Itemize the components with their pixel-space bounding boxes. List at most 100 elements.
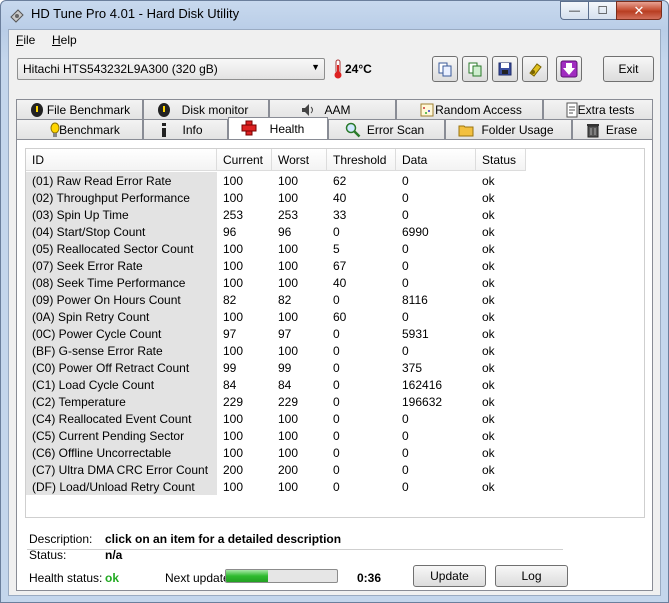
cell-current: 96 (223, 225, 237, 239)
copy-info-icon (438, 62, 452, 77)
column-header-status[interactable]: Status (476, 149, 526, 171)
cell-threshold: 60 (333, 310, 347, 324)
cell-status: ok (482, 344, 495, 358)
download-icon (560, 60, 578, 78)
table-row[interactable]: (C5) Current Pending Sector 100 100 0 0 ok (26, 427, 644, 444)
cell-worst: 100 (278, 344, 299, 358)
tab-folder-usage[interactable]: Folder Usage (445, 119, 572, 139)
save-button[interactable] (492, 56, 518, 82)
table-row[interactable]: (04) Start/Stop Count 96 96 0 6990 ok (26, 223, 644, 240)
table-row[interactable]: (C2) Temperature 229 229 0 196632 ok (26, 393, 644, 410)
column-header-current[interactable]: Current (217, 149, 272, 171)
cell-status: ok (482, 293, 495, 307)
download-button[interactable] (556, 56, 582, 82)
table-row[interactable]: (C4) Reallocated Event Count 100 100 0 0 ok (26, 410, 644, 427)
column-header-data[interactable]: Data (396, 149, 476, 171)
table-row[interactable]: (C6) Offline Uncorrectable 100 100 0 0 ok (26, 444, 644, 461)
table-row[interactable]: (C1) Load Cycle Count 84 84 0 162416 ok (26, 376, 644, 393)
info-icon (162, 123, 166, 137)
table-row[interactable]: (01) Raw Read Error Rate 100 100 62 0 ok (26, 172, 644, 189)
cell-threshold: 0 (333, 378, 340, 392)
table-row[interactable]: (DF) Load/Unload Retry Count 100 100 0 0 ok (26, 478, 644, 495)
copy-screenshot-button[interactable] (462, 56, 488, 82)
column-header-id[interactable]: ID (26, 149, 217, 171)
copy-info-button[interactable] (432, 56, 458, 82)
tab-label: AAM (324, 102, 351, 117)
cell-threshold: 0 (333, 446, 340, 460)
cell-id: (DF) Load/Unload Retry Count (26, 478, 217, 495)
tab-health[interactable]: Health (228, 117, 328, 139)
cell-id: (C4) Reallocated Event Count (26, 410, 217, 427)
menu-help-label: Help (52, 33, 77, 47)
table-header: ID Current Worst Threshold Data Status (26, 149, 644, 171)
maximize-button[interactable]: ☐ (588, 1, 616, 20)
description-value: click on an item for a detailed descript… (105, 532, 342, 546)
extra-tests-icon (566, 102, 578, 118)
cell-id: (BF) G-sense Error Rate (26, 342, 217, 359)
cell-current: 97 (223, 327, 237, 341)
drive-select[interactable]: Hitachi HTS543232L9A300 (320 gB) ▼ (17, 58, 325, 80)
options-button[interactable] (522, 56, 548, 82)
cell-status: ok (482, 259, 495, 273)
smart-table[interactable]: ID Current Worst Threshold Data Status (… (25, 148, 645, 518)
tab-info[interactable]: Info (143, 119, 228, 139)
table-row[interactable]: (05) Reallocated Sector Count 100 100 5 0 ok (26, 240, 644, 257)
exit-button[interactable]: Exit (603, 56, 654, 82)
cell-status: ok (482, 174, 495, 188)
cell-status: ok (482, 276, 495, 290)
table-row[interactable]: (02) Throughput Performance 100 100 40 0 ok (26, 189, 644, 206)
tab-error-scan[interactable]: Error Scan (328, 119, 445, 139)
save-icon (498, 62, 512, 76)
minimize-button[interactable]: — (560, 1, 588, 20)
cell-status: ok (482, 480, 495, 494)
hd-tune-app-icon (10, 9, 24, 23)
tab-extra-tests[interactable]: Extra tests (543, 99, 653, 119)
close-button[interactable]: ✕ (616, 1, 662, 20)
table-row[interactable]: (08) Seek Time Performance 100 100 40 0 ok (26, 274, 644, 291)
app-window: HD Tune Pro 4.01 - Hard Disk Utility — ☐… (0, 0, 669, 603)
cell-current: 253 (223, 208, 244, 222)
cell-threshold: 40 (333, 191, 347, 205)
tab-file-benchmark[interactable]: File Benchmark (16, 99, 143, 119)
table-row[interactable]: (BF) G-sense Error Rate 100 100 0 0 ok (26, 342, 644, 359)
cell-data: 0 (402, 174, 409, 188)
tab-random-access[interactable]: Random Access (396, 99, 543, 119)
cell-current: 100 (223, 191, 244, 205)
cell-worst: 99 (278, 361, 292, 375)
health-status-value: ok (105, 571, 120, 585)
tab-row-top: File Benchmark Disk monitor AAM Random A… (16, 99, 653, 119)
cell-worst: 100 (278, 242, 299, 256)
menu-file[interactable]: File (16, 33, 35, 47)
health-status-label: Health status: (29, 571, 103, 585)
menu-help[interactable]: Help (52, 33, 77, 47)
tab-disk-monitor[interactable]: Disk monitor (143, 99, 269, 119)
trash-icon (587, 124, 599, 138)
table-row[interactable]: (03) Spin Up Time 253 253 33 0 ok (26, 206, 644, 223)
cell-worst: 100 (278, 446, 299, 460)
options-icon (529, 63, 542, 77)
table-row[interactable]: (C7) Ultra DMA CRC Error Count 200 200 0 0 ok (26, 461, 644, 478)
column-header-worst[interactable]: Worst (272, 149, 327, 171)
cell-id: (07) Seek Error Rate (26, 257, 217, 274)
cell-threshold: 0 (333, 225, 340, 239)
cell-data: 0 (402, 446, 409, 460)
log-button[interactable]: Log (495, 565, 568, 587)
tab-benchmark[interactable]: Benchmark (16, 119, 143, 139)
column-header-threshold[interactable]: Threshold (327, 149, 396, 171)
drive-select-value: Hitachi HTS543232L9A300 (320 gB) (23, 62, 218, 76)
table-row[interactable]: (0C) Power Cycle Count 97 97 0 5931 ok (26, 325, 644, 342)
tab-row-bottom: Benchmark Info Health Error Scan Folder … (16, 117, 653, 139)
cell-threshold: 67 (333, 259, 347, 273)
table-row[interactable]: (0A) Spin Retry Count 100 100 60 0 ok (26, 308, 644, 325)
table-row[interactable]: (07) Seek Error Rate 100 100 67 0 ok (26, 257, 644, 274)
table-row[interactable]: (09) Power On Hours Count 82 82 0 8116 ok (26, 291, 644, 308)
table-row[interactable]: (C0) Power Off Retract Count 99 99 0 375 ok (26, 359, 644, 376)
tab-erase[interactable]: Erase (572, 119, 653, 139)
thermometer-icon (334, 59, 342, 79)
cell-worst: 100 (278, 429, 299, 443)
cell-status: ok (482, 327, 495, 341)
update-button[interactable]: Update (413, 565, 486, 587)
tab-aam[interactable]: AAM (269, 99, 396, 119)
cell-worst: 200 (278, 463, 299, 477)
title-bar[interactable]: HD Tune Pro 4.01 - Hard Disk Utility — ☐… (1, 1, 668, 27)
